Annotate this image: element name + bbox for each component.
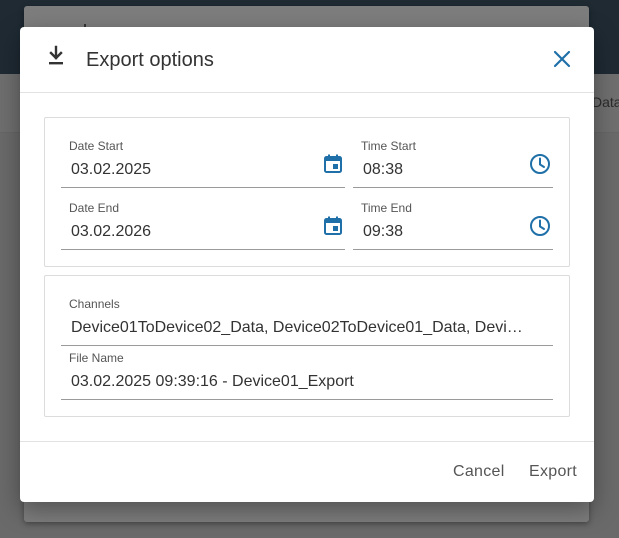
date-end-field[interactable]: Date End 03.02.2026 — [61, 201, 345, 250]
date-start-label: Date Start — [69, 139, 124, 153]
dialog-header: Export options — [20, 27, 594, 93]
channels-label: Channels — [69, 297, 120, 311]
file-name-label: File Name — [69, 351, 124, 365]
time-start-field[interactable]: Time Start 08:38 — [353, 139, 553, 188]
file-name-value[interactable]: 03.02.2025 09:39:16 - Device01_Export — [71, 373, 543, 391]
time-end-label: Time End — [361, 201, 412, 215]
date-end-value[interactable]: 03.02.2026 — [71, 223, 301, 241]
download-icon — [49, 45, 63, 65]
channels-file-group: Channels Device01ToDevice02_Data, Device… — [44, 275, 570, 417]
file-name-field[interactable]: File Name 03.02.2025 09:39:16 - Device01… — [61, 351, 553, 400]
cancel-button[interactable]: Cancel — [453, 463, 505, 481]
time-start-label: Time Start — [361, 139, 416, 153]
calendar-icon[interactable] — [322, 153, 344, 175]
dialog-title: Export options — [86, 49, 214, 71]
channels-field[interactable]: Channels Device01ToDevice02_Data, Device… — [61, 297, 553, 346]
export-dialog: Export options Date Start 03.02.2025 Tim… — [20, 27, 594, 502]
time-end-value[interactable]: 09:38 — [363, 223, 513, 241]
date-time-group: Date Start 03.02.2025 Time Start 08:38 D… — [44, 117, 570, 267]
close-icon[interactable] — [552, 49, 572, 69]
time-start-value[interactable]: 08:38 — [363, 161, 513, 179]
date-end-label: Date End — [69, 201, 120, 215]
channels-value[interactable]: Device01ToDevice02_Data, Device02ToDevic… — [71, 319, 523, 337]
clock-icon[interactable] — [529, 153, 551, 175]
clock-icon[interactable] — [529, 215, 551, 237]
date-start-value[interactable]: 03.02.2025 — [71, 161, 301, 179]
calendar-icon[interactable] — [322, 215, 344, 237]
toolbar-tab-label: Data — [592, 94, 619, 110]
date-start-field[interactable]: Date Start 03.02.2025 — [61, 139, 345, 188]
dialog-footer: Cancel Export — [20, 441, 594, 503]
export-button[interactable]: Export — [529, 463, 577, 481]
time-end-field[interactable]: Time End 09:38 — [353, 201, 553, 250]
